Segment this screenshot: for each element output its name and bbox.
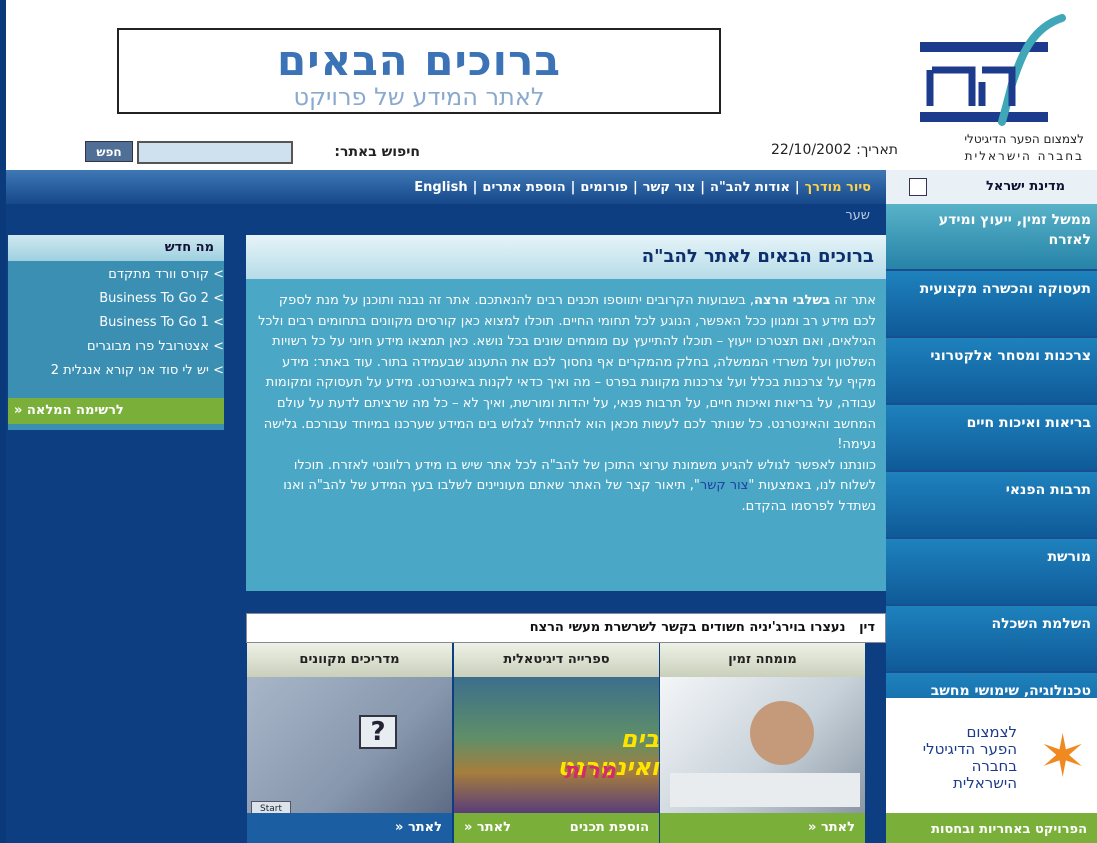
- banner-title: ברוכים הבאים: [277, 36, 561, 85]
- full-list-link[interactable]: לרשימה המלאה «: [8, 398, 224, 424]
- list-item[interactable]: Business To Go 2 <: [16, 291, 224, 315]
- list-item-label: Business To Go 1: [99, 315, 209, 330]
- expert-image[interactable]: [660, 677, 865, 813]
- go-to-site-link[interactable]: לאתר «: [808, 820, 855, 835]
- digital-library-image[interactable]: בים ואינטרנט מרות: [454, 677, 659, 813]
- desk-shape: [670, 773, 860, 807]
- welcome-text-bold: בשלבי הרצה: [754, 293, 831, 308]
- list-item-label: יש לי סוד אני קורא אנגלית 2: [50, 363, 209, 378]
- contact-link[interactable]: צור קשר: [700, 478, 749, 493]
- star-icon: ✶: [1038, 722, 1087, 790]
- welcome-banner[interactable]: ברוכים הבאים לאתר המידע של פרויקט: [117, 28, 721, 114]
- current-date: תאריך: 22/10/2002: [771, 142, 898, 158]
- lahav-logo-icon: [920, 14, 1066, 126]
- list-item-label: אצטרובל פרו מבוגרים: [86, 339, 209, 354]
- whats-new-list: קורס וורד מתקדם < Business To Go 2 < Bus…: [8, 261, 224, 387]
- whats-new-title: מה חדש: [8, 235, 224, 261]
- list-item[interactable]: אצטרובל פרו מבוגרים <: [16, 339, 224, 363]
- chevron-left-icon: <: [213, 339, 224, 354]
- chevron-left-icon: <: [213, 291, 224, 306]
- category-education[interactable]: השלמת השכלה: [886, 606, 1097, 673]
- nav-separator: |: [570, 179, 576, 195]
- category-menu: ממשל זמין, ייעוץ ומידע לאזרח תעסוקה והכש…: [886, 204, 1097, 740]
- chevron-left-icon: <: [213, 363, 224, 378]
- image-caption: מרות: [564, 759, 616, 784]
- welcome-text-part: אתר זה: [830, 293, 876, 308]
- banner-subtitle: לאתר המידע של פרויקט: [293, 83, 545, 111]
- column-title[interactable]: מדריכים מקוונים: [247, 643, 452, 677]
- category-leisure[interactable]: תרבות הפנאי: [886, 472, 1097, 539]
- category-employment[interactable]: תעסוקה והכשרה מקצועית: [886, 271, 1097, 338]
- nav-item-forums[interactable]: פורומים: [575, 180, 633, 195]
- add-content-link[interactable]: הוספת תכנים: [570, 820, 649, 835]
- search-input[interactable]: [137, 141, 293, 164]
- column-title[interactable]: מומחה זמין: [660, 643, 865, 677]
- sponsor-footer: הפרויקט באחריות ובחסות: [886, 813, 1097, 843]
- person-headphones-shape: [750, 701, 814, 765]
- list-item-label: קורס וורד מתקדם: [108, 267, 209, 282]
- state-of-israel-link[interactable]: מדינת ישראל: [886, 170, 1097, 204]
- lahav-logo[interactable]: לצמצום הפער הדיגיטלי בחברה הישראלית: [912, 14, 1092, 164]
- state-of-israel-label: מדינת ישראל: [985, 179, 1065, 194]
- project-logo-line: לצמצום: [966, 723, 1017, 741]
- logo-tagline-2: בחברה הישראלית: [964, 149, 1084, 163]
- category-heritage[interactable]: מורשת: [886, 539, 1097, 606]
- category-consumerism[interactable]: צרכנות ומסחר אלקטרוני: [886, 338, 1097, 405]
- list-item[interactable]: Business To Go 1 <: [16, 315, 224, 339]
- help-question-icon: ?: [359, 715, 397, 749]
- nav-separator: |: [700, 179, 706, 195]
- search-label: חיפוש באתר:: [334, 144, 420, 160]
- welcome-title: ברוכים הבאים לאתר להב"ה: [246, 235, 886, 279]
- nav-item-about[interactable]: אודות להב"ה: [705, 180, 795, 195]
- whats-new-box: מה חדש קורס וורד מתקדם < Business To Go …: [8, 235, 224, 430]
- chevron-left-icon: <: [213, 267, 224, 282]
- list-item[interactable]: יש לי סוד אני קורא אנגלית 2 <: [16, 363, 224, 387]
- welcome-text: אתר זה בשלבי הרצה, בשבועות הקרובים יתווס…: [246, 279, 886, 518]
- category-health[interactable]: בריאות ואיכות חיים: [886, 405, 1097, 472]
- digital-library-column: ספרייה דיגיטאלית בים ואינטרנט מרות הוספת…: [454, 643, 659, 843]
- project-logo-line: הישראלית: [952, 774, 1017, 792]
- nav-separator: |: [472, 179, 478, 195]
- category-gov[interactable]: ממשל זמין, ייעוץ ומידע לאזרח: [886, 204, 1097, 271]
- online-guides-column: מדריכים מקוונים ? Start לאתר «: [247, 643, 452, 843]
- emblem-icon: [909, 178, 927, 196]
- search-button[interactable]: חפש: [85, 141, 133, 162]
- go-to-site-link[interactable]: לאתר «: [464, 820, 511, 835]
- project-logo-line: בחברה: [971, 757, 1017, 775]
- news-headline: נעצרו בוירג'יניה חשודים בקשר לשרשרת מעשי…: [529, 620, 846, 635]
- list-item-label: Business To Go 2: [99, 291, 209, 306]
- column-title[interactable]: ספרייה דיגיטאלית: [454, 643, 659, 677]
- top-nav-bar: סיור מודרך | אודות להב"ה | צור קשר | פור…: [6, 170, 886, 204]
- nav-item-english[interactable]: English: [409, 180, 472, 195]
- project-logo-line: הפער הדיגיטלי: [922, 740, 1017, 758]
- nav-item-guided-tour[interactable]: סיור מודרך: [800, 180, 876, 195]
- news-label: דין: [859, 620, 875, 635]
- list-item[interactable]: קורס וורד מתקדם <: [16, 267, 224, 291]
- column-footer: הוספת תכנים לאתר «: [454, 813, 659, 843]
- expert-column: מומחה זמין לאתר «: [660, 643, 865, 843]
- news-ticker[interactable]: דין נעצרו בוירג'יניה חשודים בקשר לשרשרת …: [246, 613, 886, 643]
- nav-separator: |: [794, 179, 800, 195]
- column-footer: לאתר «: [660, 813, 865, 843]
- go-to-site-link[interactable]: לאתר «: [395, 820, 442, 835]
- nav-links: סיור מודרך | אודות להב"ה | צור קשר | פור…: [409, 170, 876, 204]
- nav-item-add-sites[interactable]: הוספת אתרים: [477, 180, 570, 195]
- online-guides-image[interactable]: ? Start: [247, 677, 452, 817]
- logo-tagline-1: לצמצום הפער הדיגיטלי: [964, 132, 1084, 146]
- project-logo-text: לצמצום הפער הדיגיטלי בחברה הישראלית: [923, 724, 1017, 792]
- breadcrumb: שער: [845, 208, 870, 223]
- chevron-left-icon: <: [213, 315, 224, 330]
- nav-separator: |: [632, 179, 638, 195]
- nav-item-contact[interactable]: צור קשר: [638, 180, 701, 195]
- welcome-panel: ברוכים הבאים לאתר להב"ה אתר זה בשלבי הרצ…: [246, 235, 886, 591]
- welcome-text-part: , בשבועות הקרובים יתווספו תכנים רבים להנ…: [258, 293, 876, 453]
- column-footer: לאתר «: [247, 813, 452, 843]
- project-logo[interactable]: לצמצום הפער הדיגיטלי בחברה הישראלית ✶: [886, 698, 1097, 813]
